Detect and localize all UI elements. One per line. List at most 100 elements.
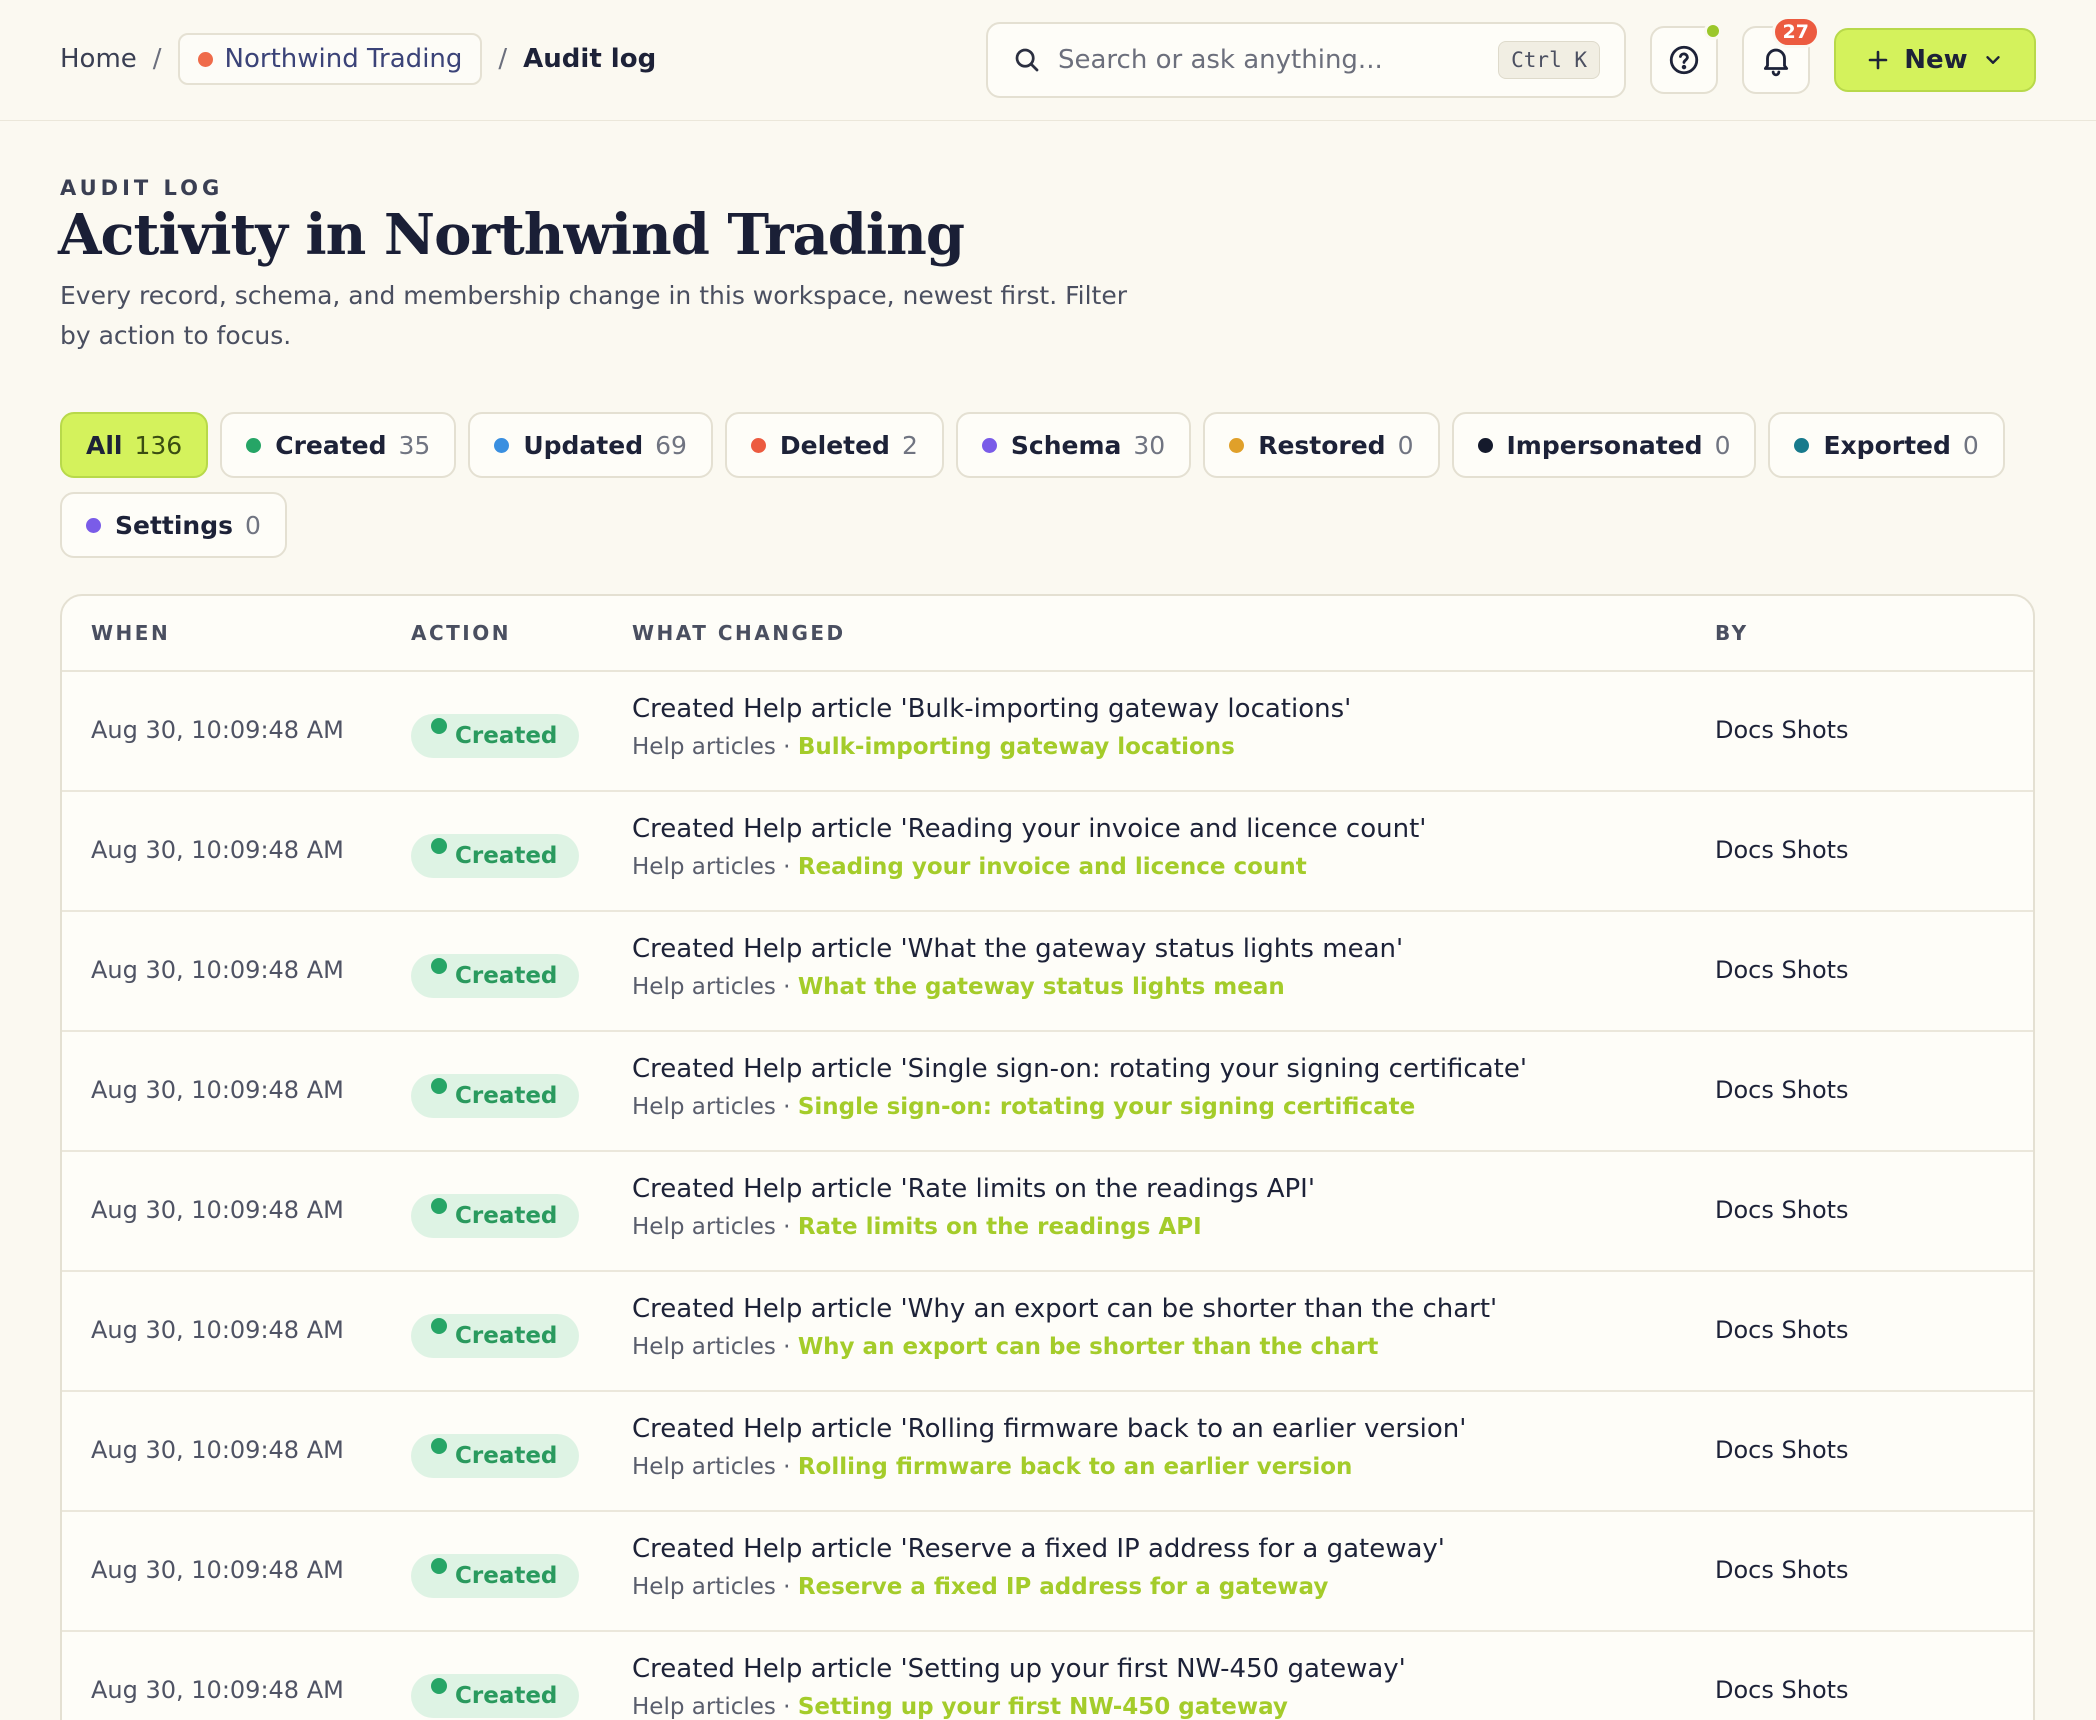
action-status-dot	[431, 1078, 447, 1094]
breadcrumb-separator: /	[498, 44, 508, 74]
filter-chip-label: Deleted	[779, 430, 890, 460]
action-badge-label: Created	[455, 1563, 558, 1589]
table-row[interactable]: Aug 30, 10:09:48 AM Created Created Help a…	[62, 1632, 2033, 1720]
table-row[interactable]: Aug 30, 10:09:48 AM Created Created Help a…	[62, 1032, 2033, 1152]
filter-chip-exported[interactable]: Exported 0	[1768, 412, 2005, 478]
action-status-dot	[431, 1318, 447, 1334]
action-badge: Created	[411, 1194, 580, 1238]
plus-icon	[1868, 50, 1888, 70]
record-link[interactable]: Reading your invoice and licence count	[798, 854, 1307, 880]
table-row[interactable]: Aug 30, 10:09:48 AM Created Created Help a…	[62, 1512, 2033, 1632]
filter-chip-impersonated[interactable]: Impersonated 0	[1451, 412, 1757, 478]
filter-chip-count: 0	[245, 510, 261, 540]
action-status-dot	[431, 1438, 447, 1454]
new-button[interactable]: New	[1834, 28, 2036, 92]
filter-chip-count: 0	[1714, 430, 1731, 460]
breadcrumb-workspace[interactable]: Northwind Trading	[177, 33, 483, 85]
action-badge: Created	[411, 714, 580, 758]
filter-chip-restored[interactable]: Restored 0	[1203, 412, 1440, 478]
table-row[interactable]: Aug 30, 10:09:48 AM Created Created Help a…	[62, 1152, 2033, 1272]
change-summary: Created Help article 'Rate limits on the…	[632, 1174, 1315, 1204]
search-box[interactable]: Ctrl K	[986, 22, 1626, 98]
collection-name: Help articles	[632, 734, 776, 760]
action-status-dot	[431, 718, 447, 734]
search-input[interactable]	[1058, 45, 1499, 75]
row-timestamp: Aug 30, 10:09:48 AM	[91, 1676, 344, 1704]
chevron-down-icon	[1986, 56, 2000, 64]
collection-name: Help articles	[632, 1094, 776, 1120]
row-timestamp: Aug 30, 10:09:48 AM	[91, 836, 344, 864]
action-badge-label: Created	[455, 723, 558, 749]
record-link[interactable]: Why an export can be shorter than the ch…	[798, 1334, 1379, 1360]
filter-chip-created[interactable]: Created 35	[220, 412, 457, 478]
change-summary: Created Help article 'Bulk-importing gat…	[632, 694, 1352, 724]
breadcrumb-current: Audit log	[523, 44, 657, 74]
row-timestamp: Aug 30, 10:09:48 AM	[91, 1556, 344, 1584]
table-body: Aug 30, 10:09:48 AM Created Created Help a…	[62, 672, 2033, 1720]
help-button[interactable]	[1650, 22, 1722, 94]
change-detail: Help articles · Rolling firmware back to…	[632, 1454, 1352, 1480]
row-actor: Docs Shots	[1715, 956, 1849, 984]
filter-chip-updated[interactable]: Updated 69	[468, 412, 713, 478]
table-row[interactable]: Aug 30, 10:09:48 AM Created Created Help a…	[62, 792, 2033, 912]
change-summary: Created Help article 'What the gateway s…	[632, 934, 1404, 964]
table-row[interactable]: Aug 30, 10:09:48 AM Created Created Help a…	[62, 1272, 2033, 1392]
action-badge: Created	[411, 834, 580, 878]
action-filter-bar: All 136 Created 35 Updated 69 Deleted 2 Schema 30…	[60, 412, 2020, 558]
action-status-dot	[431, 1198, 447, 1214]
column-header-what-changed[interactable]: WHAT CHANGED	[632, 621, 846, 645]
detail-separator: ·	[775, 1334, 798, 1360]
filter-chip-deleted[interactable]: Deleted 2	[724, 412, 944, 478]
table-row[interactable]: Aug 30, 10:09:48 AM Created Created Help a…	[62, 1392, 2033, 1512]
row-actor: Docs Shots	[1715, 1556, 1849, 1584]
filter-chip-label: Impersonated	[1506, 430, 1703, 460]
detail-separator: ·	[775, 734, 798, 760]
change-summary: Created Help article 'Setting up your fi…	[632, 1654, 1406, 1684]
notifications-button[interactable]: 27	[1742, 16, 1820, 94]
row-actor: Docs Shots	[1715, 1316, 1849, 1344]
column-header-action[interactable]: ACTION	[411, 621, 511, 645]
search-shortcut: Ctrl K	[1498, 41, 1600, 79]
table-row[interactable]: Aug 30, 10:09:48 AM Created Created Help a…	[62, 912, 2033, 1032]
filter-chip-count: 2	[901, 430, 918, 460]
filter-chip-settings[interactable]: Settings 0	[60, 492, 287, 558]
column-header-by[interactable]: BY	[1715, 621, 1749, 645]
change-summary: Created Help article 'Reserve a fixed IP…	[632, 1534, 1445, 1564]
change-detail: Help articles · Reserve a fixed IP addre…	[632, 1574, 1328, 1600]
change-summary: Created Help article 'Why an export can …	[632, 1294, 1498, 1324]
collection-name: Help articles	[632, 1454, 776, 1480]
record-link[interactable]: Single sign-on: rotating your signing ce…	[798, 1094, 1415, 1120]
filter-chip-label: Exported	[1823, 430, 1951, 460]
record-link[interactable]: Rolling firmware back to an earlier vers…	[798, 1454, 1353, 1480]
record-link[interactable]: Reserve a fixed IP address for a gateway	[798, 1574, 1329, 1600]
action-badge: Created	[411, 1554, 580, 1598]
action-badge-label: Created	[455, 1683, 558, 1709]
change-summary: Created Help article 'Single sign-on: ro…	[632, 1054, 1527, 1084]
search-icon	[1015, 48, 1039, 72]
column-header-when[interactable]: WHEN	[91, 621, 170, 645]
filter-chip-label: All	[86, 430, 123, 460]
row-actor: Docs Shots	[1715, 716, 1849, 744]
action-badge-label: Created	[455, 1083, 558, 1109]
breadcrumb-home[interactable]: Home	[60, 44, 137, 74]
workspace-color-dot	[197, 51, 213, 67]
record-link[interactable]: Rate limits on the readings API	[798, 1214, 1202, 1240]
table-header: WHEN ACTION WHAT CHANGED BY	[62, 596, 2033, 672]
table-row[interactable]: Aug 30, 10:09:48 AM Created Created Help a…	[62, 672, 2033, 792]
row-timestamp: Aug 30, 10:09:48 AM	[91, 716, 344, 744]
row-actor: Docs Shots	[1715, 1196, 1849, 1224]
page-title: Activity in Northwind Trading	[58, 202, 965, 268]
record-link[interactable]: What the gateway status lights mean	[798, 974, 1285, 1000]
top-bar: Home / Northwind Trading / Audit log Ctr…	[0, 0, 2096, 121]
row-timestamp: Aug 30, 10:09:48 AM	[91, 1076, 344, 1104]
filter-chip-label: Settings	[115, 510, 234, 540]
filter-color-dot	[246, 437, 262, 453]
filter-chip-all[interactable]: All 136	[60, 412, 209, 478]
record-link[interactable]: Setting up your first NW-450 gateway	[798, 1694, 1288, 1720]
breadcrumb: Home / Northwind Trading / Audit log	[60, 33, 656, 85]
filter-chip-schema[interactable]: Schema 30	[955, 412, 1192, 478]
filter-chip-label: Created	[275, 430, 387, 460]
action-badge-label: Created	[455, 1323, 558, 1349]
record-link[interactable]: Bulk-importing gateway locations	[798, 734, 1235, 760]
change-detail: Help articles · Reading your invoice and…	[632, 854, 1307, 880]
